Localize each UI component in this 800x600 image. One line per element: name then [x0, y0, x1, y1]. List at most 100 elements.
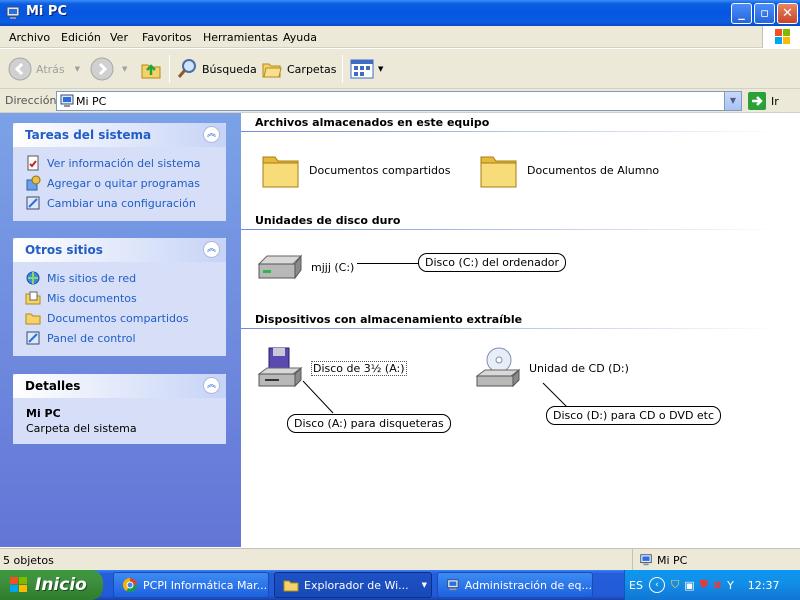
taskbar-button-explorer[interactable]: Explorador de Wi... ▼	[274, 572, 432, 598]
go-button[interactable]: Ir	[748, 92, 779, 110]
my-computer-icon	[6, 6, 20, 19]
my-documents-icon	[25, 291, 41, 305]
my-computer-icon	[60, 94, 74, 107]
taskbar-button-admin[interactable]: Administración de eq...	[437, 572, 593, 598]
system-tasks-title: Tareas del sistema	[25, 128, 152, 142]
antivirus-icon[interactable]: ⛊	[700, 578, 708, 592]
computer-management-icon	[447, 579, 459, 591]
shield-icon[interactable]: ⛉	[671, 578, 679, 592]
minimize-button[interactable]: _	[731, 3, 752, 24]
menu-ver[interactable]: Ver	[110, 31, 128, 44]
search-label: Búsqueda	[202, 62, 257, 76]
windows-logo-icon	[10, 577, 27, 592]
taskbar-button-pcpi[interactable]: PCPI Informática Mar...	[113, 572, 269, 598]
status-bar: 5 objetos Mi PC	[0, 548, 800, 571]
folder-icon	[283, 580, 299, 592]
network-icon[interactable]: ▣	[684, 579, 694, 592]
tray-expand-icon[interactable]: ‹	[648, 577, 665, 593]
menu-herramientas[interactable]: Herramientas	[203, 31, 278, 44]
folders-button[interactable]: Carpetas	[261, 56, 336, 82]
task-add-remove-programs[interactable]: Agregar o quitar programas	[13, 173, 226, 193]
security-center-icon[interactable]: ✖	[713, 579, 722, 592]
up-folder-icon	[141, 64, 161, 79]
windows-logo-icon	[762, 26, 800, 48]
search-button[interactable]: Búsqueda	[176, 56, 257, 82]
toolbar: Atrás ▼ ▼ Búsqueda Carpetas ▼	[0, 49, 800, 89]
forward-button[interactable]: ▼	[90, 56, 127, 82]
task-pane: Tareas del sistema ︽ Ver información del…	[0, 113, 241, 547]
address-value: Mi PC	[76, 95, 107, 108]
address-dropdown-button[interactable]: ▼	[724, 92, 741, 110]
object-count: 5 objetos	[3, 554, 54, 567]
collapse-icon[interactable]: ︽	[203, 241, 220, 258]
other-places-panel: Otros sitios ︽ Mis sitios de red Mis doc…	[13, 238, 226, 356]
folder-icon	[262, 156, 299, 188]
section-hard-drives: Unidades de disco duro	[255, 214, 401, 227]
folder-alumno-documents[interactable]: Documentos de Alumno	[479, 151, 659, 189]
task-change-setting[interactable]: Cambiar una configuración	[13, 193, 226, 213]
up-folder-button[interactable]	[140, 56, 162, 82]
place-shared-documents[interactable]: Documentos compartidos	[13, 308, 226, 328]
place-control-panel[interactable]: Panel de control	[13, 328, 226, 348]
go-label: Ir	[771, 94, 779, 108]
cd-drive-icon	[475, 347, 521, 388]
menu-edicion[interactable]: Edición	[61, 31, 101, 44]
folders-label: Carpetas	[287, 62, 337, 76]
details-subtitle: Carpeta del sistema	[26, 422, 137, 435]
clock[interactable]: 12:37	[748, 579, 780, 592]
hard-drive-icon	[257, 254, 303, 280]
system-tasks-header[interactable]: Tareas del sistema ︽	[13, 123, 226, 147]
folder-icon	[25, 313, 41, 325]
address-label: Dirección	[5, 94, 57, 107]
signal-icon[interactable]: Y	[727, 579, 734, 592]
window-title: Mi PC	[26, 4, 67, 19]
language-indicator[interactable]: ES	[629, 579, 643, 592]
menu-archivo[interactable]: Archivo	[9, 31, 50, 44]
place-my-documents[interactable]: Mis documentos	[13, 288, 226, 308]
chrome-icon	[123, 578, 137, 592]
close-button[interactable]: ✕	[777, 3, 798, 24]
folder-icon	[480, 156, 517, 188]
place-network[interactable]: Mis sitios de red	[13, 268, 226, 288]
collapse-icon[interactable]: ︽	[203, 377, 220, 394]
taskbar: Inicio PCPI Informática Mar... Explorado…	[0, 570, 800, 600]
search-icon	[177, 59, 196, 78]
address-input[interactable]: Mi PC ▼	[56, 91, 742, 111]
task-system-info[interactable]: Ver información del sistema	[13, 153, 226, 173]
control-panel-icon	[26, 331, 40, 345]
go-arrow-icon	[748, 92, 766, 110]
maximize-button[interactable]: ▫	[754, 3, 775, 24]
details-panel: Detalles ︽ Mi PC Carpeta del sistema	[13, 374, 226, 444]
address-bar: Dirección Mi PC ▼ Ir	[0, 89, 800, 113]
back-label: Atrás	[36, 62, 65, 76]
forward-dropdown-icon[interactable]: ▼	[122, 65, 127, 73]
menu-favoritos[interactable]: Favoritos	[142, 31, 192, 44]
my-computer-icon	[640, 554, 652, 566]
back-button[interactable]: Atrás ▼	[8, 56, 80, 82]
start-button[interactable]: Inicio	[0, 570, 103, 600]
back-dropdown-icon[interactable]: ▼	[75, 65, 80, 73]
floppy-drive-icon	[257, 347, 303, 388]
views-button[interactable]: ▼	[350, 56, 383, 82]
menu-ayuda[interactable]: Ayuda	[283, 31, 317, 44]
other-places-title: Otros sitios	[25, 243, 103, 257]
section-stored-files: Archivos almacenados en este equipo	[255, 116, 490, 129]
views-dropdown-icon: ▼	[378, 65, 384, 73]
other-places-header[interactable]: Otros sitios ︽	[13, 238, 226, 262]
start-label: Inicio	[35, 575, 87, 595]
folders-icon	[262, 63, 282, 78]
network-places-icon	[26, 271, 40, 285]
group-dropdown-icon: ▼	[421, 581, 427, 589]
add-remove-programs-icon	[26, 175, 41, 191]
callout-drive-d: Disco (D:) para CD o DVD etc	[546, 406, 722, 425]
forward-arrow-icon	[90, 57, 114, 81]
collapse-icon[interactable]: ︽	[203, 126, 220, 143]
callout-drive-a: Disco (A:) para disqueteras	[287, 414, 451, 433]
details-header[interactable]: Detalles ︽	[13, 374, 226, 398]
section-removable: Dispositivos con almacenamiento extraíbl…	[255, 313, 523, 326]
folder-shared-documents[interactable]: Documentos compartidos	[261, 151, 451, 189]
back-arrow-icon	[8, 57, 32, 81]
title-bar: Mi PC _ ▫ ✕	[0, 0, 800, 26]
system-tray: ES ‹ ⛉ ▣ ⛊ ✖ Y 12:37	[624, 570, 800, 600]
drive-c[interactable]: mjjj (C:)	[257, 252, 354, 282]
